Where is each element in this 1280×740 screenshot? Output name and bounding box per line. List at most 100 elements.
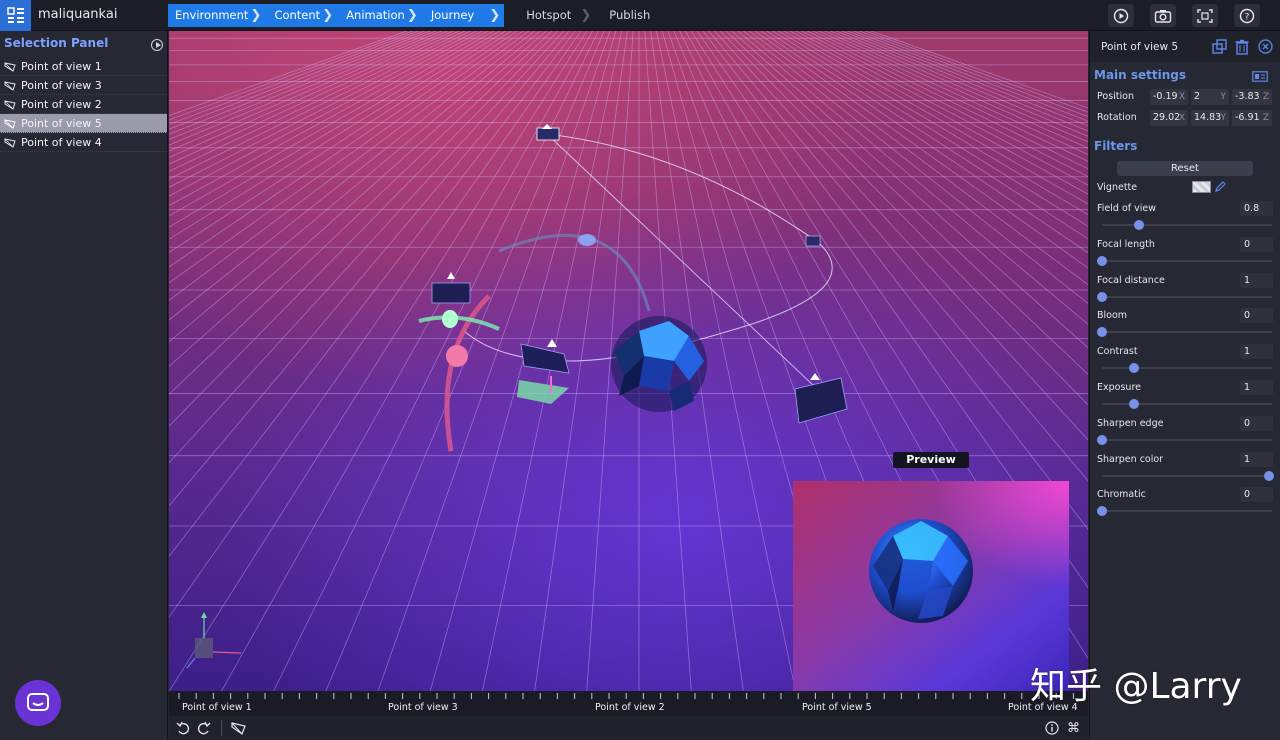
gizmo-handle: [446, 345, 468, 367]
list-item[interactable]: Point of view 1: [0, 57, 167, 76]
main-settings-title: Main settings: [1094, 68, 1187, 82]
info-icon[interactable]: [1045, 721, 1059, 735]
rotation-z-value: -6.91: [1235, 112, 1260, 123]
slider-track[interactable]: [1097, 292, 1272, 302]
gizmo-handle: [442, 310, 458, 328]
slider-track[interactable]: [1097, 506, 1272, 516]
slider-value-field[interactable]: 1: [1240, 380, 1273, 395]
slider-track[interactable]: [1102, 399, 1272, 409]
app-menu-button[interactable]: [0, 0, 31, 31]
chat-button[interactable]: [15, 680, 61, 726]
list-item-label: Point of view 2: [21, 97, 102, 111]
slider-thumb[interactable]: [1129, 399, 1140, 409]
selection-panel-title: Selection Panel: [4, 36, 109, 50]
breadcrumb-content[interactable]: Content ❯: [262, 4, 335, 27]
slider-thumb[interactable]: [1097, 256, 1107, 266]
breadcrumb-environment[interactable]: Environment ❯: [168, 4, 263, 27]
breadcrumb-label: Environment: [175, 8, 249, 22]
chevron-right-icon: ❯: [489, 8, 501, 23]
fullscreen-button[interactable]: [1192, 4, 1218, 27]
reset-button[interactable]: Reset: [1117, 161, 1253, 176]
list-item[interactable]: Point of view 3: [0, 76, 167, 95]
slider-value-field[interactable]: 0: [1240, 237, 1273, 252]
slider-value-field[interactable]: 0: [1240, 308, 1273, 323]
frame-icon: [1197, 8, 1213, 23]
axis-z-label: Z: [1262, 113, 1269, 123]
camera-view-icon: [4, 80, 16, 91]
slider-track[interactable]: [1102, 220, 1272, 230]
timeline-label[interactable]: Point of view 3: [388, 702, 458, 713]
app-name: maliquankai: [38, 7, 118, 22]
toolbar-divider: [221, 720, 222, 736]
slider-track[interactable]: [1097, 435, 1272, 445]
slider-thumb[interactable]: [1263, 471, 1274, 481]
breadcrumb-animation[interactable]: Animation ❯: [334, 4, 419, 27]
slider-label: Bloom: [1097, 310, 1128, 321]
camera-view-icon: [4, 61, 16, 72]
list-item[interactable]: Point of view 2: [0, 95, 167, 114]
slider-thumb[interactable]: [1134, 220, 1145, 230]
breadcrumb-publish[interactable]: Publish: [585, 4, 664, 27]
slider-track[interactable]: [1097, 256, 1272, 266]
slider-value-field[interactable]: 1: [1240, 452, 1273, 467]
slider-thumb[interactable]: [1097, 292, 1107, 302]
duplicate-icon[interactable]: [1212, 39, 1228, 55]
camera-view-icon: [4, 118, 16, 129]
timeline-label[interactable]: Point of view 2: [595, 702, 665, 713]
breadcrumb-hotspot[interactable]: Hotspot ❯: [504, 4, 591, 27]
shortcut-icon[interactable]: ⌘: [1066, 720, 1081, 735]
slider-label: Sharpen edge: [1097, 418, 1164, 429]
trash-icon[interactable]: [1235, 39, 1249, 55]
position-y-field[interactable]: 2Y: [1191, 89, 1229, 105]
play-button[interactable]: [1108, 4, 1134, 27]
rotation-x-field[interactable]: 29.02 X: [1150, 110, 1188, 126]
slider-value-field[interactable]: 0: [1240, 487, 1273, 502]
rotation-y-field[interactable]: 14.83 Y: [1191, 110, 1229, 126]
redo-icon[interactable]: [197, 721, 211, 735]
scene-canvas[interactable]: [169, 31, 1088, 691]
settings-toggle-icon[interactable]: [1252, 71, 1268, 82]
add-camera-icon[interactable]: [231, 721, 246, 735]
timeline[interactable]: Point of view 1 Point of view 3 Point of…: [169, 691, 1088, 716]
slider-value-field[interactable]: 0: [1240, 416, 1273, 431]
slider-value-field[interactable]: 1: [1240, 273, 1273, 288]
chevron-right-icon: ❯: [406, 8, 418, 23]
slider-thumb[interactable]: [1097, 327, 1107, 337]
preview-label: Preview: [893, 452, 969, 468]
vignette-swatch[interactable]: [1192, 181, 1211, 193]
preview-image: [793, 481, 1069, 691]
rotation-z-field[interactable]: -6.91 Z: [1232, 110, 1272, 126]
position-x-field[interactable]: -0.19 X: [1150, 89, 1188, 105]
list-item-selected[interactable]: Point of view 5: [0, 114, 167, 133]
list-item-label: Point of view 1: [21, 59, 102, 73]
timeline-label[interactable]: Point of view 1: [182, 702, 252, 713]
undo-icon[interactable]: [176, 721, 190, 735]
play-circle-icon[interactable]: [151, 39, 163, 51]
slider-track[interactable]: [1097, 327, 1272, 337]
pencil-icon[interactable]: [1214, 180, 1226, 193]
slider-track[interactable]: [1102, 363, 1272, 373]
svg-text:⌘: ⌘: [1067, 721, 1080, 735]
slider-thumb[interactable]: [1097, 506, 1107, 516]
slider-value-field[interactable]: 1: [1240, 344, 1273, 359]
slider-value-field[interactable]: 0.8: [1240, 201, 1273, 216]
geodesic-sphere[interactable]: [611, 316, 707, 412]
slider-track[interactable]: [1102, 471, 1274, 481]
3d-viewport[interactable]: Preview: [169, 31, 1088, 691]
position-z-value: -3.83: [1235, 91, 1260, 102]
close-icon[interactable]: [1258, 39, 1273, 54]
timeline-label[interactable]: Point of view 5: [802, 702, 872, 713]
slider-thumb[interactable]: [1097, 435, 1107, 445]
slider-label: Exposure: [1097, 382, 1141, 393]
position-z-field[interactable]: -3.83 Z: [1232, 89, 1272, 105]
screenshot-button[interactable]: [1150, 4, 1176, 27]
list-item-label: Point of view 4: [21, 135, 102, 149]
properties-header: Point of view 5: [1090, 31, 1280, 62]
list-item[interactable]: Point of view 4: [0, 133, 167, 152]
slider-thumb[interactable]: [1129, 363, 1140, 373]
breadcrumb-journey[interactable]: Journey ❯: [418, 4, 505, 27]
camera-object[interactable]: [805, 235, 821, 247]
properties-panel: Point of view 5 Main settings Position -…: [1089, 31, 1280, 740]
chevron-right-icon: ❯: [250, 8, 262, 23]
help-button[interactable]: ?: [1234, 4, 1260, 27]
